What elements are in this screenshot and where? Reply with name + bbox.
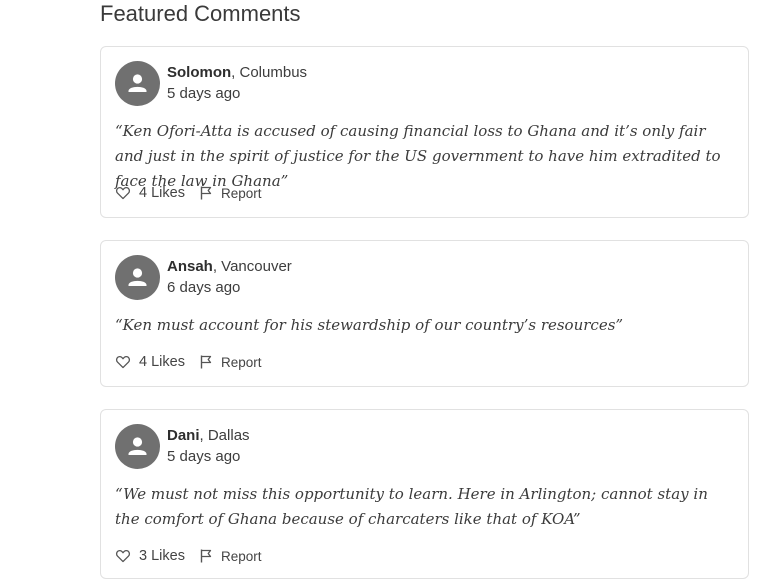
report-label: Report: [220, 548, 262, 564]
comment-meta: Dani, Dallas 5 days ago: [167, 426, 250, 467]
comment-text: “Ken must account for his stewardship of…: [115, 316, 624, 334]
flag-icon: [200, 186, 212, 200]
comment-meta: Ansah, Vancouver 6 days ago: [167, 257, 292, 298]
avatar: [115, 255, 160, 300]
comment-time: 6 days ago: [167, 279, 241, 296]
comment-card: Solomon, Columbus 5 days ago “Ken Ofori-…: [100, 46, 749, 218]
page-title: Featured Comments: [100, 1, 301, 26]
comment-location: , Columbus: [231, 64, 308, 81]
comment-card: Dani, Dallas 5 days ago “We must not mis…: [100, 409, 749, 579]
report-label: Report: [220, 354, 262, 370]
comment-text: “Ken Ofori-Atta is accused of causing fi…: [115, 122, 721, 190]
heart-icon: [115, 549, 131, 563]
comment-meta: Solomon, Columbus 5 days ago: [167, 63, 307, 104]
likes-count: 4 Likes: [139, 185, 185, 201]
comment-author: Solomon: [167, 64, 232, 81]
comment-author-line: Solomon, Columbus: [167, 63, 307, 83]
like-button[interactable]: 4 Likes: [115, 185, 185, 201]
like-button[interactable]: 4 Likes: [115, 354, 185, 370]
user-icon: [128, 74, 147, 92]
heart-icon: [115, 186, 131, 200]
likes-count: 4 Likes: [139, 354, 185, 370]
comment-text: “We must not miss this opportunity to le…: [115, 485, 708, 528]
comment-actions: 4 Likes Report: [115, 185, 261, 201]
user-icon: [128, 437, 147, 455]
like-button[interactable]: 3 Likes: [115, 548, 185, 564]
comment-time: 5 days ago: [167, 448, 241, 465]
report-label: Report: [220, 185, 262, 201]
report-button[interactable]: Report: [199, 185, 262, 201]
comment-author-line: Ansah, Vancouver: [167, 257, 292, 277]
report-button[interactable]: Report: [199, 548, 262, 564]
comment-author: Ansah: [167, 258, 213, 275]
comment-actions: 3 Likes Report: [115, 548, 261, 564]
user-icon: [128, 268, 147, 286]
comment-actions: 4 Likes Report: [115, 354, 261, 370]
report-button[interactable]: Report: [199, 354, 262, 370]
comment-location: , Vancouver: [212, 258, 292, 275]
comment-author: Dani: [167, 427, 200, 444]
likes-count: 3 Likes: [139, 548, 185, 564]
comment-location: , Dallas: [199, 427, 250, 444]
flag-icon: [200, 355, 212, 369]
flag-icon: [200, 549, 212, 563]
comment-card: Ansah, Vancouver 6 days ago “Ken must ac…: [100, 240, 749, 387]
comment-author-line: Dani, Dallas: [167, 426, 250, 446]
heart-icon: [115, 355, 131, 369]
avatar: [115, 424, 160, 469]
comment-time: 5 days ago: [167, 85, 241, 102]
avatar: [115, 61, 160, 106]
